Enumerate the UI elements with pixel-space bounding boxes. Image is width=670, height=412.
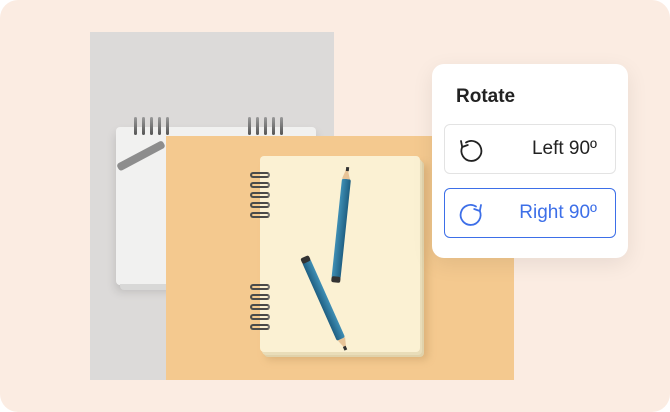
ring-binding-right — [248, 117, 283, 135]
rotate-right-label: Right 90º — [519, 202, 597, 223]
ring-binding-left — [134, 117, 169, 135]
panel-title: Rotate — [456, 86, 516, 107]
ring-binding-bottom — [250, 284, 270, 330]
rotate-panel: Rotate Left 90º Right 90º — [432, 64, 628, 258]
rotate-right-icon — [457, 200, 485, 228]
ring-binding-top — [250, 172, 270, 218]
rotate-left-button[interactable]: Left 90º — [444, 124, 616, 174]
rotate-left-icon — [457, 136, 485, 164]
editor-canvas: Rotate Left 90º Right 90º — [0, 0, 670, 412]
rotate-right-button[interactable]: Right 90º — [444, 188, 616, 238]
rotate-left-label: Left 90º — [531, 138, 597, 159]
